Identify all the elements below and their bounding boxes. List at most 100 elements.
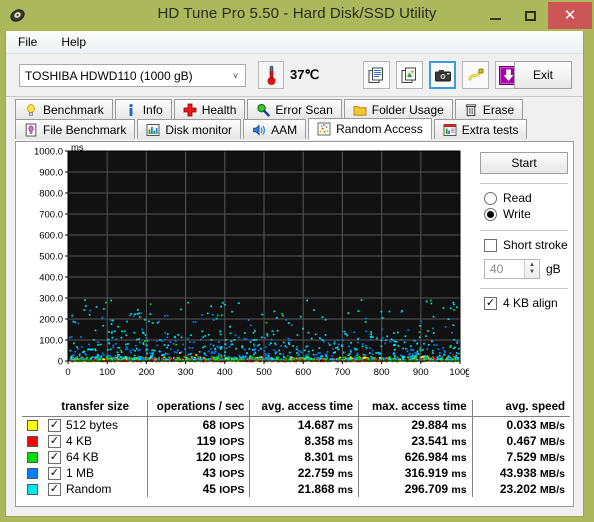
- series-color-swatch: [22, 417, 43, 434]
- toolbar: TOSHIBA HDWD110 (1000 gB) ˅ 37℃ Exit: [6, 54, 583, 97]
- short-stroke-stepper[interactable]: 40 ▲ ▼: [484, 259, 540, 279]
- tab-bar: Benchmark Info Health Error Scan Folder …: [6, 97, 583, 141]
- copy-image-button[interactable]: [396, 61, 423, 89]
- svg-text:900.0: 900.0: [39, 168, 63, 179]
- series-name: 64 KB: [66, 450, 99, 464]
- stepper-up-icon: ▲: [529, 262, 535, 268]
- tab-benchmark[interactable]: Benchmark: [15, 99, 113, 119]
- table-row: ✓ Random 45 IOPS 21.868 ms 296.709 ms 23.202 …: [22, 481, 570, 497]
- series-color-swatch: [22, 449, 43, 465]
- chevron-down-icon: ˅: [232, 70, 239, 81]
- cell-avg-speed: 0.467 MB/s: [506, 434, 565, 448]
- series-name-cell[interactable]: ✓ Random: [43, 481, 149, 497]
- tab-erase-label: Erase: [482, 102, 515, 117]
- series-checkbox[interactable]: ✓: [48, 466, 61, 480]
- table-row: ✓ 512 bytes 68 IOPS 14.687 ms 29.884 ms 0.033…: [22, 416, 570, 434]
- file-benchmark-icon: [25, 123, 37, 136]
- lightbulb-icon: [27, 103, 35, 116]
- temperature-value: 37℃: [290, 67, 320, 82]
- tab-row-2: File Benchmark Disk monitor AAM Random A…: [15, 118, 529, 140]
- stepper-down-icon: ▼: [529, 269, 535, 275]
- red-cross-icon: [183, 103, 197, 116]
- series-color-swatch: [22, 465, 43, 481]
- stepper-arrows[interactable]: ▲ ▼: [524, 260, 539, 278]
- svg-text:300: 300: [178, 367, 194, 378]
- random-access-chart: 0 100.0 200.0 300.0 400.0 500.0 600.0 700.0 800.…: [21, 145, 469, 395]
- checkbox-short-stroke-control: [484, 238, 497, 252]
- radio-write[interactable]: Write: [484, 207, 570, 221]
- col-operations: operations / sec: [147, 400, 251, 417]
- svg-text:800.0: 800.0: [39, 189, 63, 200]
- cell-avg-access: 21.868 ms: [249, 481, 359, 497]
- cell-max-access: 626.984 ms: [358, 449, 473, 465]
- tab-erase[interactable]: Erase: [454, 99, 524, 119]
- svg-text:500: 500: [256, 367, 272, 378]
- tab-file-benchmark[interactable]: File Benchmark: [15, 119, 136, 139]
- drive-select[interactable]: TOSHIBA HDWD110 (1000 gB) ˅: [19, 64, 246, 87]
- options-button[interactable]: [462, 61, 489, 89]
- svg-text:100: 100: [99, 367, 115, 378]
- menu-help-label: Help: [61, 35, 87, 49]
- temperature-indicator: [258, 61, 284, 89]
- series-checkbox[interactable]: ✓: [48, 418, 61, 432]
- col-avg-access: avg. access time: [249, 400, 359, 417]
- radio-read-control: [484, 191, 497, 205]
- tab-error-scan-label: Error Scan: [275, 102, 333, 117]
- tab-error-scan[interactable]: Error Scan: [247, 99, 342, 119]
- extra-tests-icon: [443, 123, 457, 136]
- cell-operations: 68 IOPS: [147, 416, 251, 433]
- thermometer-icon: [267, 65, 275, 85]
- series-name-cell[interactable]: ✓ 64 KB: [43, 449, 149, 465]
- title-bar: HD Tune Pro 5.50 - Hard Disk/SSD Utility…: [0, 0, 594, 31]
- series-checkbox[interactable]: ✓: [48, 434, 61, 448]
- results-table-body: ✓ 512 bytes 68 IOPS 14.687 ms 29.884 ms 0.033…: [22, 416, 570, 497]
- radio-read[interactable]: Read: [484, 191, 570, 205]
- tab-aam-label: AAM: [271, 122, 298, 137]
- start-button[interactable]: Start: [480, 152, 568, 174]
- svg-text:900: 900: [413, 367, 429, 378]
- random-access-panel: 0 100.0 200.0 300.0 400.0 500.0 600.0 700.0 800.…: [15, 141, 574, 507]
- menu-help[interactable]: Help: [58, 34, 89, 50]
- series-checkbox[interactable]: ✓: [48, 482, 61, 496]
- tab-random-access[interactable]: Random Access: [308, 118, 432, 140]
- svg-text:400: 400: [217, 367, 233, 378]
- series-name-cell[interactable]: ✓ 1 MB: [43, 465, 149, 481]
- tab-file-benchmark-label: File Benchmark: [43, 122, 127, 137]
- series-name: Random: [66, 482, 112, 496]
- menu-bar: File Help: [6, 31, 583, 54]
- tab-disk-monitor[interactable]: Disk monitor: [137, 119, 242, 139]
- minimize-button[interactable]: [478, 2, 513, 29]
- tab-extra-tests[interactable]: Extra tests: [433, 119, 528, 139]
- menu-file[interactable]: File: [15, 34, 40, 50]
- copy-text-button[interactable]: [363, 61, 390, 89]
- cell-operations: 43 IOPS: [147, 465, 251, 481]
- tab-benchmark-label: Benchmark: [43, 102, 104, 117]
- table-row: ✓ 4 KB 119 IOPS 8.358 ms 23.541 ms 0.467 MB/s: [22, 433, 570, 449]
- series-name: 4 KB: [66, 434, 93, 448]
- radio-write-control: [484, 207, 497, 221]
- exit-button[interactable]: Exit: [514, 61, 572, 89]
- magnifier-icon: [257, 103, 271, 117]
- tab-info[interactable]: Info: [114, 99, 172, 119]
- tab-folder-usage[interactable]: Folder Usage: [343, 99, 453, 119]
- tab-disk-monitor-label: Disk monitor: [165, 122, 233, 137]
- tab-health[interactable]: Health: [173, 99, 246, 119]
- short-stroke-value: 40: [490, 262, 504, 276]
- series-checkbox[interactable]: ✓: [48, 450, 61, 464]
- series-color-swatch: [22, 433, 43, 449]
- cell-max-access: 23.541 ms: [358, 433, 473, 449]
- svg-text:0: 0: [65, 367, 70, 378]
- series-name-cell[interactable]: ✓ 512 bytes: [43, 416, 149, 433]
- tab-aam[interactable]: AAM: [243, 119, 307, 139]
- checkbox-4kb-align-label: 4 KB align: [503, 296, 558, 310]
- maximize-button[interactable]: [513, 2, 548, 29]
- cell-avg-access: 8.358 ms: [249, 433, 359, 449]
- close-button[interactable]: ✕: [548, 2, 592, 29]
- screenshot-button[interactable]: [429, 61, 456, 89]
- checkbox-short-stroke[interactable]: Short stroke: [484, 238, 570, 252]
- short-stroke-size-row: 40 ▲ ▼ gB: [484, 259, 570, 279]
- window-controls: ✕: [478, 2, 592, 29]
- series-name-cell[interactable]: ✓ 4 KB: [43, 433, 149, 449]
- checkbox-short-stroke-label: Short stroke: [503, 238, 568, 252]
- checkbox-4kb-align[interactable]: ✓ 4 KB align: [484, 296, 570, 310]
